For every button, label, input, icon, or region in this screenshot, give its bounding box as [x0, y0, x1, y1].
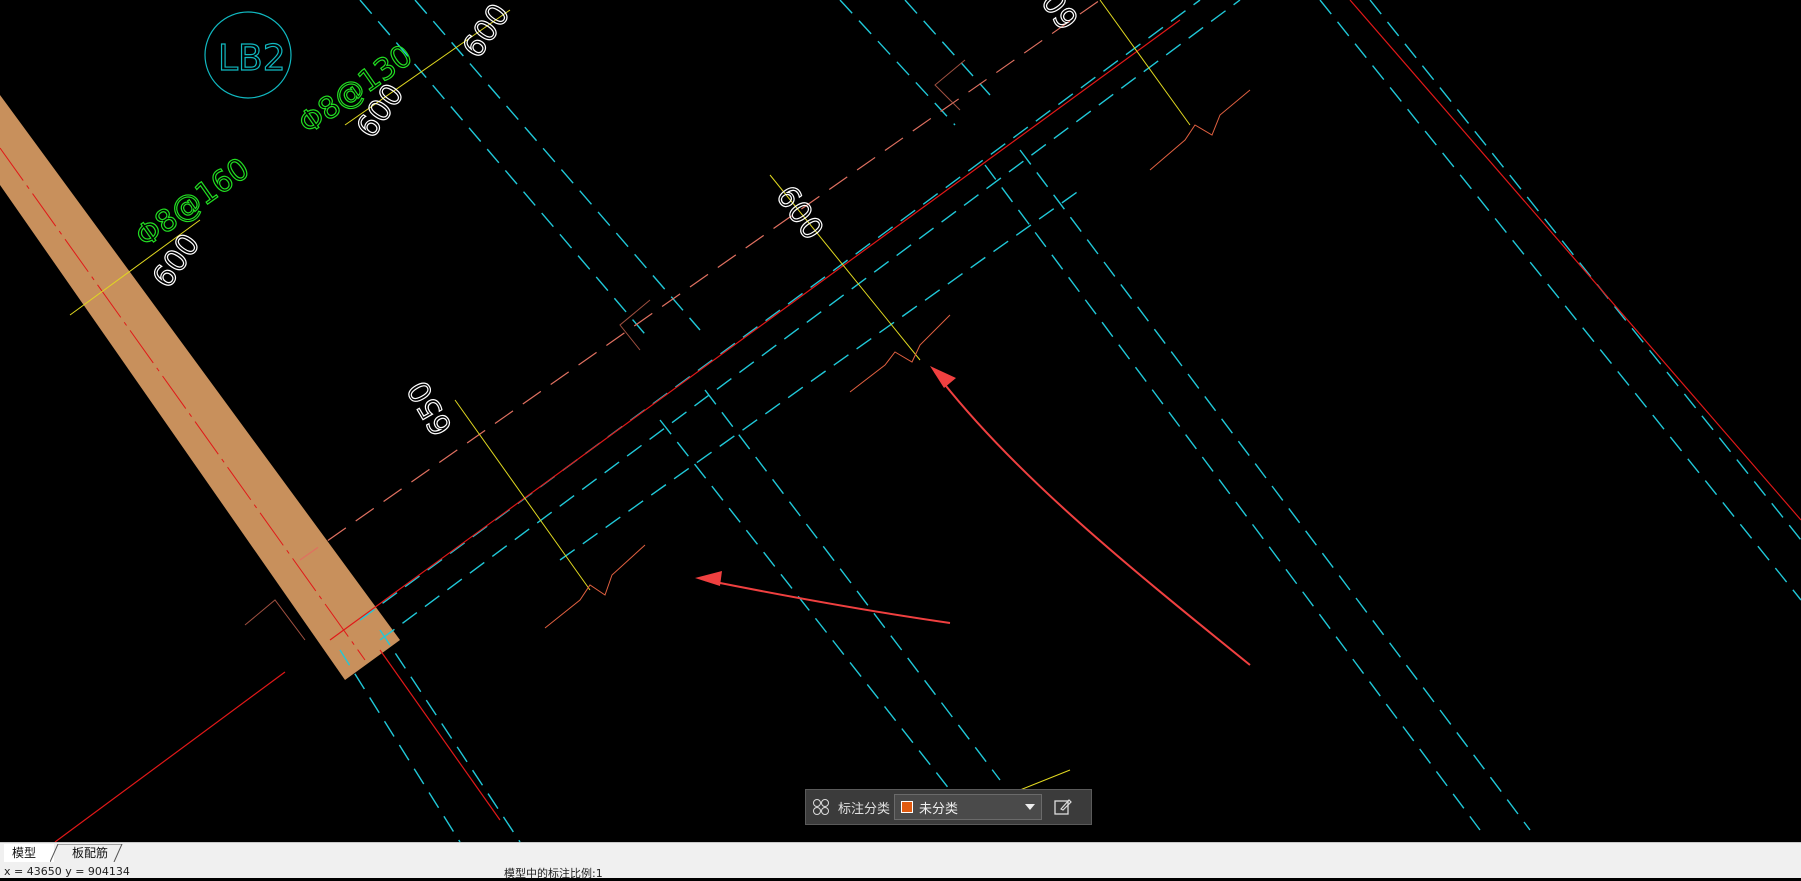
column-outlines — [244, 59, 966, 641]
color-swatch — [901, 801, 914, 813]
status-annotation-scale: 模型中的标注比例:1 — [504, 867, 603, 880]
beam-edge-dashed — [299, 0, 1101, 561]
category-label: 标注分类 — [838, 801, 891, 817]
dim-text: 600 — [1025, 0, 1087, 35]
status-bar: x = 43650 y = 904134 模型中的标注比例:1 — [0, 862, 1801, 880]
break-symbols — [544, 89, 1251, 629]
category-selected: 未分类 — [919, 801, 959, 817]
dim-text: 600 — [456, 0, 518, 65]
annotation-category-toolbar: 标注分类 未分类 — [805, 789, 1092, 825]
cyan-dashed-lines — [339, 0, 1801, 842]
layout-tabs: 模型 板配筋 — [0, 842, 1801, 863]
edit-icon[interactable] — [1046, 790, 1080, 824]
dim-text: 650 — [401, 374, 460, 441]
chevron-down-icon — [1025, 804, 1036, 810]
dim-lines — [69, 0, 1191, 791]
slab-tag-text: LB2 — [218, 38, 286, 79]
grid-icon[interactable] — [806, 790, 836, 824]
annotation-arrow — [930, 366, 1251, 666]
annotation-arrow — [695, 571, 951, 624]
status-coordinates: x = 43650 y = 904134 — [4, 865, 130, 878]
tab-model[interactable]: 模型 — [4, 844, 54, 862]
tab-slab-rebar[interactable]: 板配筋 — [56, 844, 122, 862]
category-select[interactable]: 未分类 — [894, 794, 1043, 820]
cad-canvas[interactable]: LB2 Φ8@130 Φ8@160 600 600 600 600 650 60… — [0, 0, 1801, 842]
dim-text: 600 — [768, 180, 830, 247]
